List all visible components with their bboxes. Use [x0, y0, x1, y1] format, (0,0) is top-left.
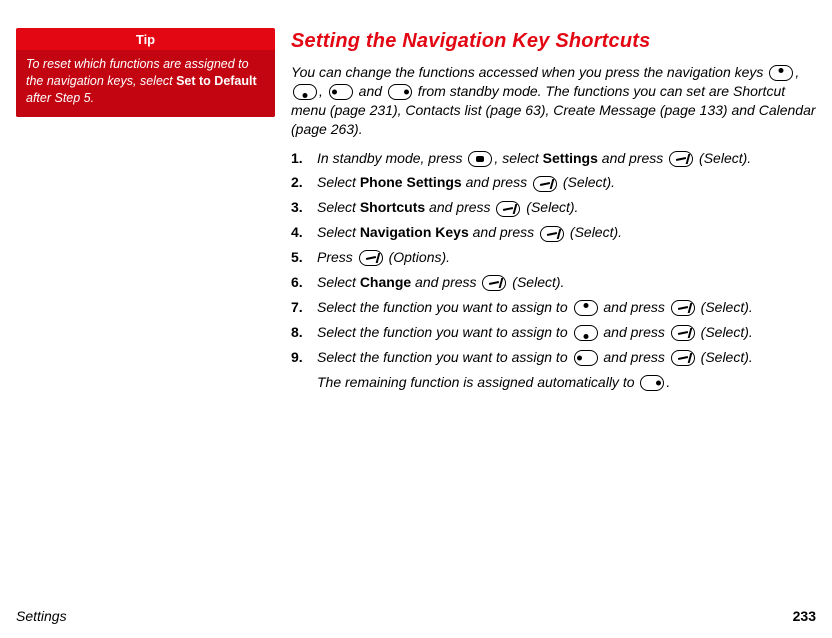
soft-key-left-icon [671, 300, 695, 316]
step-text: and press [425, 199, 494, 215]
steps-list: In standby mode, press , select Settings… [291, 149, 816, 367]
step-text: and press [462, 174, 531, 190]
page-number: 233 [793, 608, 816, 624]
nav-right-icon [388, 84, 412, 100]
step-text: Select [317, 224, 360, 240]
intro-t3: and [355, 83, 386, 99]
soft-key-left-icon [671, 325, 695, 341]
step-1: In standby mode, press , select Settings… [291, 149, 816, 168]
content-area: Setting the Navigation Key Shortcuts You… [291, 28, 816, 600]
step-text: (Select). [697, 299, 753, 315]
step-6: Select Change and press (Select). [291, 273, 816, 292]
soft-key-left-icon [359, 250, 383, 266]
step-text: Select [317, 199, 360, 215]
nav-left-icon [329, 84, 353, 100]
soft-key-left-icon [496, 201, 520, 217]
nav-right-icon [640, 375, 664, 391]
step-text: and press [598, 150, 667, 166]
note-text: The remaining function is assigned autom… [317, 374, 638, 390]
step-text: and press [600, 349, 669, 365]
soft-key-left-icon [482, 275, 506, 291]
step-text: (Select). [566, 224, 622, 240]
step-8: Select the function you want to assign t… [291, 323, 816, 342]
step-text: (Select). [559, 174, 615, 190]
tip-box: Tip To reset which functions are assigne… [16, 28, 275, 117]
step-text: , select [494, 150, 542, 166]
step-text: (Select). [697, 349, 753, 365]
step-text: Select the function you want to assign t… [317, 349, 572, 365]
step-4: Select Navigation Keys and press (Select… [291, 223, 816, 242]
nav-down-icon [574, 325, 598, 341]
step-text: Select [317, 274, 360, 290]
step-text: In standby mode, press [317, 150, 466, 166]
tip-text-2: after Step 5. [26, 91, 94, 105]
step-7: Select the function you want to assign t… [291, 298, 816, 317]
step-text: (Select). [697, 324, 753, 340]
intro-t1: , [795, 64, 799, 80]
intro-t2: , [319, 83, 327, 99]
soft-key-left-icon [533, 176, 557, 192]
step-9: Select the function you want to assign t… [291, 348, 816, 367]
soft-key-left-icon [671, 350, 695, 366]
nav-down-icon [293, 84, 317, 100]
intro-t0: You can change the functions accessed wh… [291, 64, 767, 80]
step-text: Select the function you want to assign t… [317, 299, 572, 315]
center-key-icon [468, 151, 492, 167]
step-bold: Navigation Keys [360, 224, 469, 240]
soft-key-left-icon [540, 226, 564, 242]
step-bold: Phone Settings [360, 174, 462, 190]
soft-key-left-icon [669, 151, 693, 167]
step-text: and press [411, 274, 480, 290]
nav-up-icon [574, 300, 598, 316]
tip-body: To reset which functions are assigned to… [16, 50, 275, 117]
step-text: (Options). [385, 249, 450, 265]
step-text: Select the function you want to assign t… [317, 324, 572, 340]
step-text: (Select). [522, 199, 578, 215]
tip-bold: Set to Default [176, 74, 257, 88]
footer-section: Settings [16, 608, 67, 624]
step-text: (Select). [695, 150, 751, 166]
closing-note: The remaining function is assigned autom… [291, 373, 816, 392]
step-text: Press [317, 249, 357, 265]
step-bold: Change [360, 274, 411, 290]
nav-up-icon [769, 65, 793, 81]
step-bold: Shortcuts [360, 199, 425, 215]
step-5: Press (Options). [291, 248, 816, 267]
step-text: (Select). [508, 274, 564, 290]
step-2: Select Phone Settings and press (Select)… [291, 173, 816, 192]
step-text: and press [600, 299, 669, 315]
page-title: Setting the Navigation Key Shortcuts [291, 28, 816, 55]
tip-title: Tip [16, 28, 275, 50]
step-text: and press [600, 324, 669, 340]
page-footer: Settings 233 [16, 608, 816, 624]
step-text: Select [317, 174, 360, 190]
nav-left-icon [574, 350, 598, 366]
step-text: and press [469, 224, 538, 240]
intro-paragraph: You can change the functions accessed wh… [291, 63, 816, 139]
step-3: Select Shortcuts and press (Select). [291, 198, 816, 217]
step-bold: Settings [543, 150, 598, 166]
note-text: . [666, 374, 670, 390]
